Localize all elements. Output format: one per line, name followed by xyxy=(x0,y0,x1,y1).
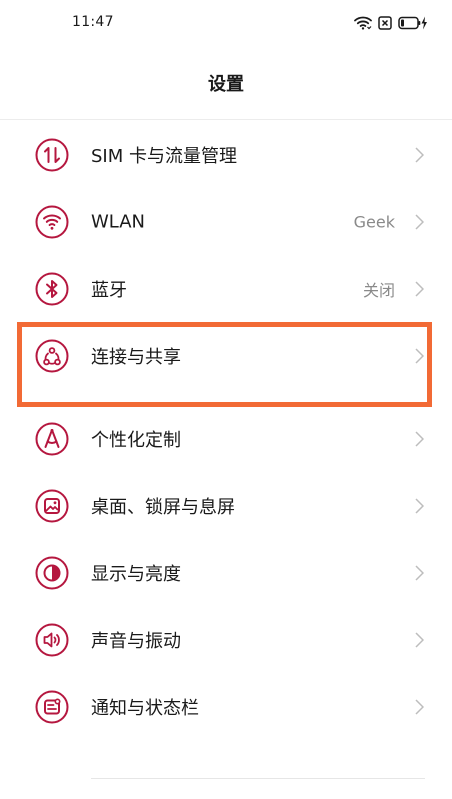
wallpaper-icon xyxy=(35,489,69,523)
settings-item-label: 个性化定制 xyxy=(91,429,181,451)
settings-item-wallpaper-lockscreen[interactable]: 桌面、锁屏与息屏 xyxy=(0,472,452,539)
battery-charging-icon xyxy=(398,16,428,30)
settings-item-connection-sharing[interactable]: 连接与共享 xyxy=(0,322,452,389)
brightness-icon xyxy=(35,556,69,590)
page-title: 设置 xyxy=(208,74,244,95)
speaker-icon xyxy=(35,623,69,657)
settings-item-label: 显示与亮度 xyxy=(91,563,181,585)
settings-item-sound-vibration[interactable]: 声音与振动 xyxy=(0,606,452,673)
chevron-right-icon xyxy=(415,564,424,581)
bluetooth-icon xyxy=(35,272,69,306)
settings-item-notifications[interactable]: 通知与状态栏 xyxy=(0,673,452,740)
settings-item-label: 声音与振动 xyxy=(91,630,181,652)
header-divider xyxy=(0,119,452,120)
bluetooth-status: 关闭 xyxy=(362,280,395,300)
settings-item-label: WLAN xyxy=(91,211,146,232)
settings-item-wlan[interactable]: WLAN Geek xyxy=(0,188,452,255)
chevron-right-icon xyxy=(415,280,424,297)
status-bar: 11:47 xyxy=(0,0,452,48)
chevron-right-icon xyxy=(415,430,424,447)
settings-item-label: 通知与状态栏 xyxy=(91,697,199,719)
settings-item-display-brightness[interactable]: 显示与亮度 xyxy=(0,539,452,606)
settings-item-personalization[interactable]: 个性化定制 xyxy=(0,405,452,472)
chevron-right-icon xyxy=(415,631,424,648)
settings-item-label: SIM 卡与流量管理 xyxy=(91,145,237,167)
settings-item-bluetooth[interactable]: 蓝牙 关闭 xyxy=(0,255,452,322)
settings-item-label: 连接与共享 xyxy=(91,346,181,368)
notification-icon xyxy=(35,690,69,724)
settings-item-label: 蓝牙 xyxy=(91,279,127,301)
connection-share-icon xyxy=(35,339,69,373)
settings-item-label: 桌面、锁屏与息屏 xyxy=(91,496,235,518)
wlan-network-name: Geek xyxy=(353,212,395,231)
chevron-right-icon xyxy=(415,213,424,230)
wifi-icon xyxy=(354,16,372,30)
sim-data-icon xyxy=(35,138,69,172)
no-sim-icon xyxy=(378,16,392,30)
status-icons xyxy=(354,14,428,32)
settings-screen: 11:47 设置 SIM 卡与流量管理 WLAN Geek 蓝牙 关闭 连接与共… xyxy=(0,0,452,799)
settings-item-sim[interactable]: SIM 卡与流量管理 xyxy=(0,121,452,188)
status-time: 11:47 xyxy=(72,14,114,30)
chevron-right-icon xyxy=(415,698,424,715)
personalization-icon xyxy=(35,422,69,456)
chevron-right-icon xyxy=(415,497,424,514)
list-divider xyxy=(91,778,425,779)
chevron-right-icon xyxy=(415,146,424,163)
wifi-icon xyxy=(35,205,69,239)
settings-list: SIM 卡与流量管理 WLAN Geek 蓝牙 关闭 连接与共享 个性化定制 桌… xyxy=(0,121,452,740)
chevron-right-icon xyxy=(415,347,424,364)
